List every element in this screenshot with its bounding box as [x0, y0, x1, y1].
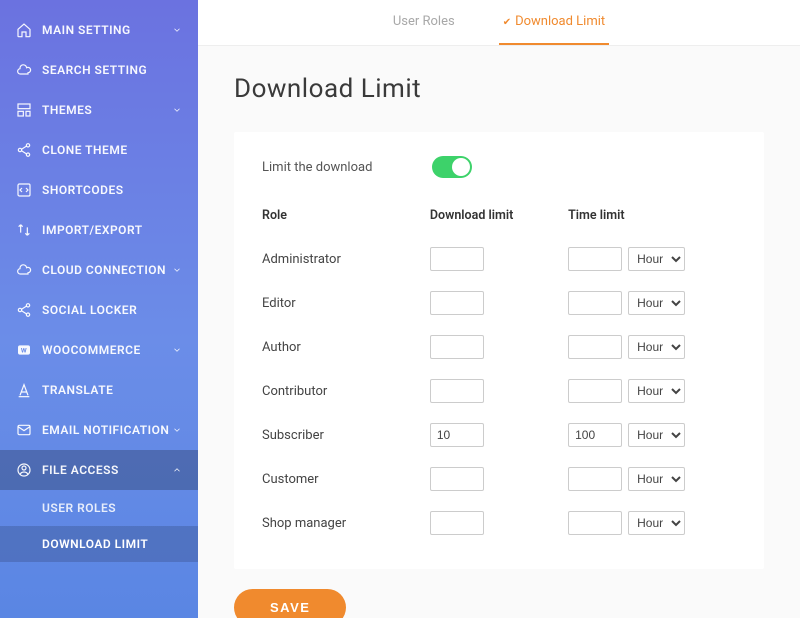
svg-text:W: W — [21, 347, 27, 355]
toggle-label: Limit the download — [262, 160, 432, 175]
sidebar-item-themes[interactable]: THEMES — [0, 90, 198, 130]
settings-card: Limit the download Role Download limit T… — [234, 132, 764, 569]
sidebar-item-main-setting[interactable]: MAIN SETTING — [0, 10, 198, 50]
sidebar-item-label: FILE ACCESS — [42, 463, 172, 477]
page-title: Download Limit — [234, 74, 764, 104]
sidebar-item-label: MAIN SETTING — [42, 23, 172, 37]
role-name: Shop manager — [262, 516, 430, 531]
share-icon — [16, 142, 32, 158]
role-name: Customer — [262, 472, 430, 487]
table-row: Subscriber Hour — [262, 413, 736, 457]
sidebar-item-translate[interactable]: TRANSLATE — [0, 370, 198, 410]
chevron-down-icon — [172, 345, 182, 355]
sidebar-item-label: EMAIL NOTIFICATION — [42, 423, 172, 437]
download-limit-input[interactable] — [430, 291, 484, 315]
download-limit-input[interactable] — [430, 247, 484, 271]
font-icon — [16, 382, 32, 398]
sidebar-item-social-locker[interactable]: SOCIAL LOCKER — [0, 290, 198, 330]
check-icon: ✔ — [503, 17, 511, 28]
sidebar-item-label: SOCIAL LOCKER — [42, 303, 182, 317]
table-row: Editor Hour — [262, 281, 736, 325]
sidebar-item-label: WOOCOMMERCE — [42, 343, 172, 357]
time-limit-input[interactable] — [568, 379, 622, 403]
time-unit-select[interactable]: Hour — [628, 247, 685, 271]
tab-download-limit[interactable]: ✔ Download Limit — [499, 0, 609, 45]
role-name: Subscriber — [262, 428, 430, 443]
sidebar-item-shortcodes[interactable]: SHORTCODES — [0, 170, 198, 210]
limit-download-toggle[interactable] — [432, 156, 472, 178]
time-unit-select[interactable]: Hour — [628, 379, 685, 403]
table-row: Author Hour — [262, 325, 736, 369]
table-row: Shop manager Hour — [262, 501, 736, 545]
woo-icon: W — [16, 342, 32, 358]
sidebar-item-label: SHORTCODES — [42, 183, 182, 197]
layout-icon — [16, 102, 32, 118]
main: User Roles ✔ Download Limit Download Limi… — [198, 0, 800, 618]
home-icon — [16, 22, 32, 38]
time-limit-input[interactable] — [568, 511, 622, 535]
sidebar-item-import-export[interactable]: IMPORT/EXPORT — [0, 210, 198, 250]
download-limit-input[interactable] — [430, 511, 484, 535]
table-row: Customer Hour — [262, 457, 736, 501]
sidebar-item-label: THEMES — [42, 103, 172, 117]
tab-label: Download Limit — [515, 14, 605, 29]
time-limit-input[interactable] — [568, 335, 622, 359]
sidebar-item-file-access[interactable]: FILE ACCESS — [0, 450, 198, 490]
content: Download Limit Limit the download Role D… — [198, 46, 800, 618]
time-unit-select[interactable]: Hour — [628, 423, 685, 447]
transfer-icon — [16, 222, 32, 238]
table-body: AdministratorHourEditorHourAuthorHourCon… — [262, 237, 736, 545]
table-row: Contributor Hour — [262, 369, 736, 413]
table-row: Administrator Hour — [262, 237, 736, 281]
sidebar-item-clone-theme[interactable]: CLONE THEME — [0, 130, 198, 170]
sidebar-item-email-notification[interactable]: EMAIL NOTIFICATION — [0, 410, 198, 450]
share-icon — [16, 302, 32, 318]
time-unit-select[interactable]: Hour — [628, 511, 685, 535]
time-limit-input[interactable] — [568, 467, 622, 491]
time-limit-input[interactable] — [568, 247, 622, 271]
sidebar-item-label: CLONE THEME — [42, 143, 182, 157]
role-name: Contributor — [262, 384, 430, 399]
save-button[interactable]: SAVE — [234, 589, 346, 618]
download-limit-input[interactable] — [430, 335, 484, 359]
limit-toggle-row: Limit the download — [262, 156, 736, 178]
tab-user-roles[interactable]: User Roles — [389, 0, 459, 45]
sidebar-sub-download-limit[interactable]: DOWNLOAD LIMIT — [0, 526, 198, 562]
user-icon — [16, 462, 32, 478]
time-limit-input[interactable] — [568, 291, 622, 315]
time-unit-select[interactable]: Hour — [628, 335, 685, 359]
sidebar-item-label: TRANSLATE — [42, 383, 182, 397]
header-download-limit: Download limit — [430, 208, 568, 223]
code-icon — [16, 182, 32, 198]
chevron-down-icon — [172, 25, 182, 35]
sidebar: MAIN SETTING SEARCH SETTING THEMES CLONE… — [0, 0, 198, 618]
header-time-limit: Time limit — [568, 208, 736, 223]
cloud-icon — [16, 262, 32, 278]
chevron-up-icon — [172, 465, 182, 475]
sidebar-item-label: CLOUD CONNECTION — [42, 263, 172, 277]
role-name: Author — [262, 340, 430, 355]
chevron-down-icon — [172, 105, 182, 115]
table-header: Role Download limit Time limit — [262, 208, 736, 237]
sidebar-item-cloud-connection[interactable]: CLOUD CONNECTION — [0, 250, 198, 290]
mail-icon — [16, 422, 32, 438]
role-name: Editor — [262, 296, 430, 311]
time-unit-select[interactable]: Hour — [628, 467, 685, 491]
download-limit-input[interactable] — [430, 423, 484, 447]
sidebar-item-search-setting[interactable]: SEARCH SETTING — [0, 50, 198, 90]
chevron-down-icon — [172, 265, 182, 275]
sidebar-sub-user-roles[interactable]: USER ROLES — [0, 490, 198, 526]
sidebar-item-label: SEARCH SETTING — [42, 63, 182, 77]
tabs: User Roles ✔ Download Limit — [198, 0, 800, 46]
download-limit-input[interactable] — [430, 467, 484, 491]
chevron-down-icon — [172, 425, 182, 435]
cloud-icon — [16, 62, 32, 78]
header-role: Role — [262, 208, 430, 223]
sidebar-item-label: IMPORT/EXPORT — [42, 223, 182, 237]
role-name: Administrator — [262, 252, 430, 267]
time-limit-input[interactable] — [568, 423, 622, 447]
sidebar-item-woocommerce[interactable]: W WOOCOMMERCE — [0, 330, 198, 370]
time-unit-select[interactable]: Hour — [628, 291, 685, 315]
download-limit-input[interactable] — [430, 379, 484, 403]
